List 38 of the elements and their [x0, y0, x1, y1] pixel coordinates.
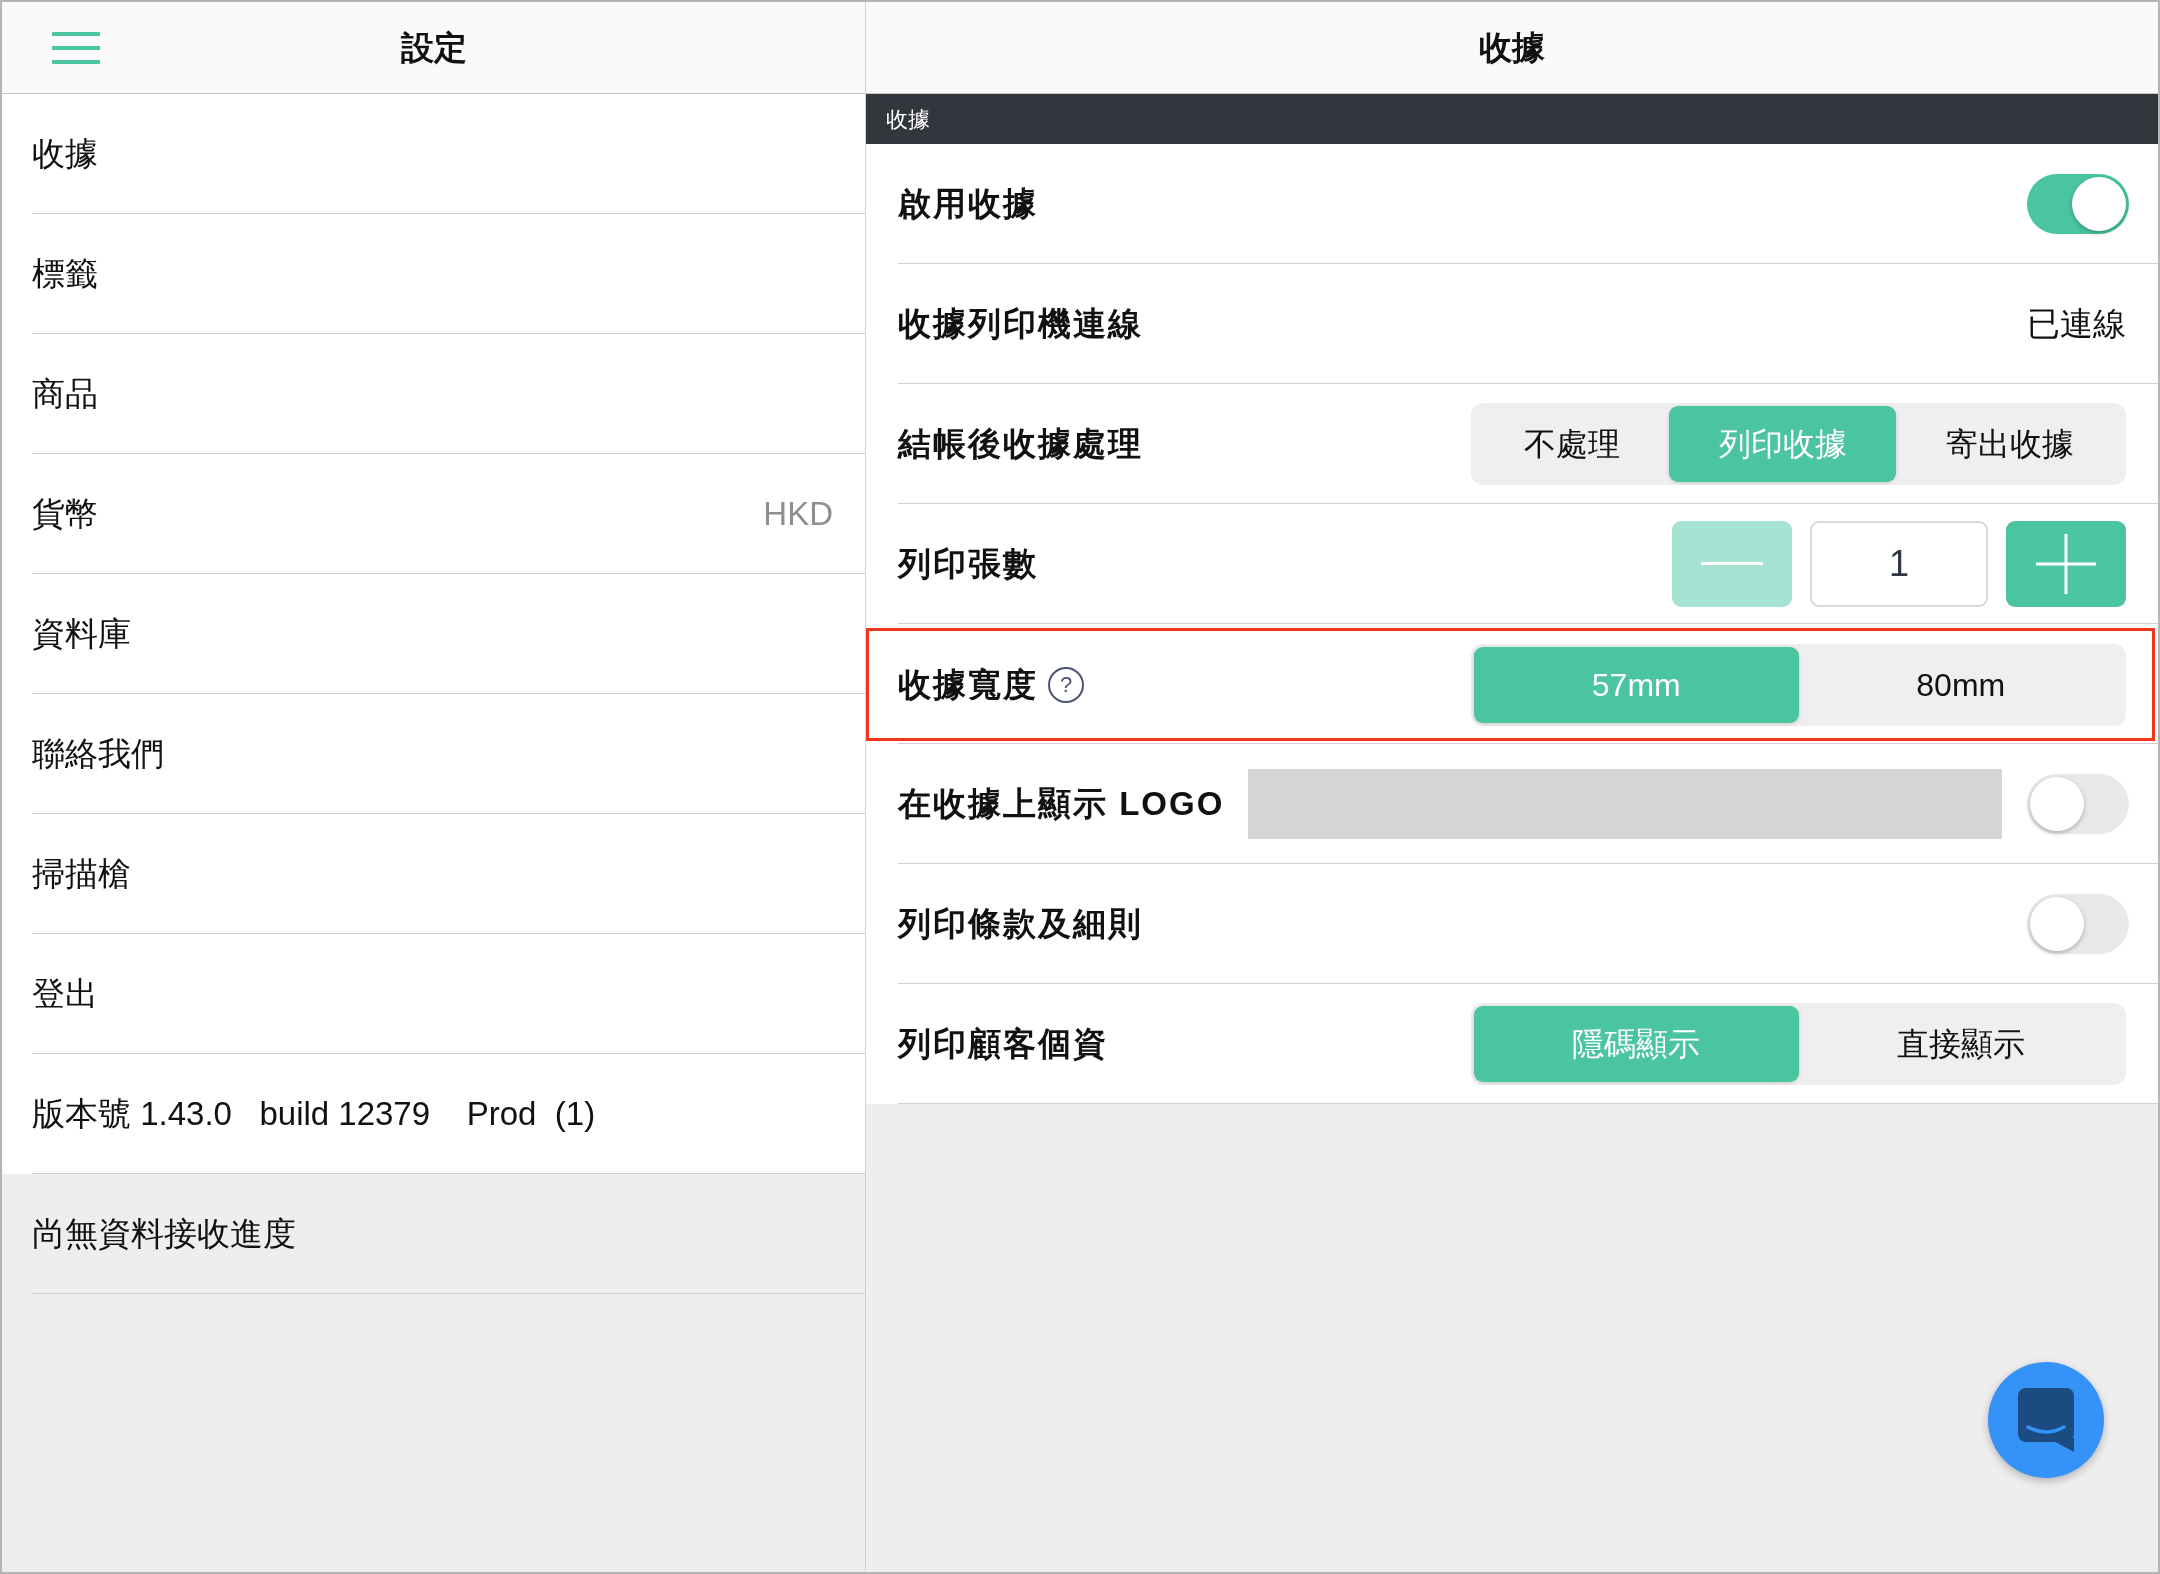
setting-label: 在收據上顯示 LOGO: [898, 783, 1225, 824]
settings-menu-item[interactable]: 登出: [32, 968, 98, 1019]
toggle-switch[interactable]: [2027, 893, 2129, 954]
sync-status-text: 尚無資料接收進度: [32, 1213, 296, 1254]
setting-label: 啟用收據: [898, 183, 1038, 224]
settings-menu-item[interactable]: 聯絡我們: [32, 728, 164, 779]
segment-option[interactable]: 80mm: [1798, 646, 2123, 723]
setting-label: 收據列印機連線: [898, 303, 1143, 344]
help-icon[interactable]: ?: [1048, 666, 1084, 703]
quantity-field[interactable]: 1: [1810, 520, 1988, 607]
settings-menu-item[interactable]: 掃描槍: [32, 848, 131, 899]
toggle-switch[interactable]: [2027, 773, 2129, 834]
settings-menu-item[interactable]: 貨幣: [32, 488, 98, 539]
chat-button[interactable]: [1988, 1362, 2104, 1478]
settings-menu-item[interactable]: 收據: [32, 128, 98, 179]
increment-button[interactable]: [2006, 520, 2126, 607]
header-title: 設定: [400, 27, 467, 68]
header-title: 收據: [1479, 27, 1545, 68]
settings-menu-item[interactable]: 標籤: [32, 248, 98, 299]
section-header: 收據: [866, 94, 2158, 144]
settings-menu-item[interactable]: 商品: [32, 368, 98, 419]
status-value: 已連線: [2027, 303, 2126, 344]
menu-icon[interactable]: [52, 31, 100, 64]
setting-label: 收據寬度: [898, 664, 1038, 705]
setting-label: 結帳後收據處理: [898, 423, 1143, 464]
segment-option[interactable]: 不處理: [1474, 405, 1669, 482]
setting-label: 列印顧客個資: [898, 1023, 1108, 1064]
plus-icon: [2036, 533, 2096, 594]
settings-menu-item[interactable]: 資料庫: [32, 608, 131, 659]
item-value: HKD: [763, 493, 833, 534]
chat-bubble-icon: [2018, 1388, 2074, 1452]
setting-label: 列印張數: [898, 543, 1038, 584]
setting-label: 列印條款及細則: [898, 903, 1143, 944]
toggle-switch[interactable]: [2027, 173, 2129, 234]
segment-option[interactable]: 寄出收據: [1896, 405, 2123, 482]
version-text: 版本號 1.43.0 build 12379 Prod (1): [32, 1093, 596, 1134]
segment-option[interactable]: 直接顯示: [1798, 1005, 2123, 1082]
minus-icon: [1701, 562, 1763, 565]
